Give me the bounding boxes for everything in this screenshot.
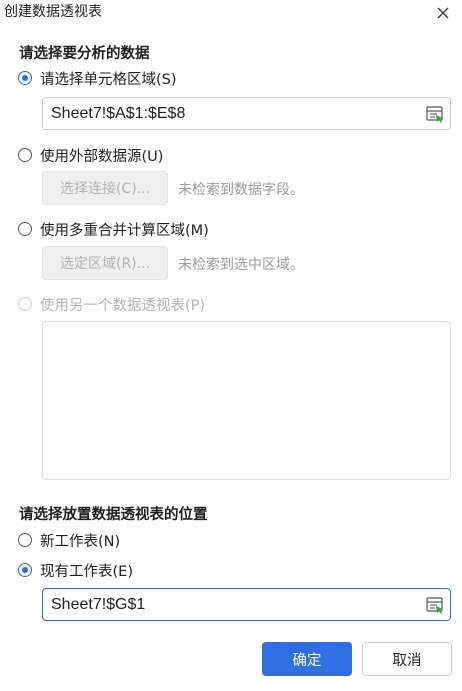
radio-existing-worksheet-label: 现有工作表(E) <box>40 563 133 580</box>
dialog-title: 创建数据透视表 <box>4 4 102 20</box>
radio-external-source-indicator[interactable] <box>18 148 32 162</box>
pivot-table-list <box>42 321 451 480</box>
radio-multiple-consolidation-label: 使用多重合并计算区域(M) <box>40 222 209 239</box>
title-bar: 创建数据透视表 <box>0 0 462 28</box>
location-input[interactable] <box>51 589 414 620</box>
radio-another-pivot-table-indicator <box>18 297 32 311</box>
radio-multiple-consolidation[interactable]: 使用多重合并计算区域(M) <box>18 219 209 239</box>
radio-existing-worksheet-indicator[interactable] <box>18 563 32 577</box>
placement-section-heading: 请选择放置数据透视表的位置 <box>19 507 208 523</box>
radio-external-source-label: 使用外部数据源(U) <box>40 148 164 165</box>
radio-existing-worksheet[interactable]: 现有工作表(E) <box>18 560 133 580</box>
radio-external-source[interactable]: 使用外部数据源(U) <box>18 145 163 165</box>
radio-select-range[interactable]: 请选择单元格区域(S) <box>18 68 177 88</box>
source-section-heading: 请选择要分析的数据 <box>19 46 150 62</box>
radio-new-worksheet-indicator[interactable] <box>18 533 32 547</box>
source-range-field <box>42 97 451 130</box>
multi-consolidation-hint: 未检索到选中区域。 <box>178 257 304 273</box>
close-button[interactable] <box>432 2 454 24</box>
location-field <box>42 588 451 621</box>
choose-connection-button[interactable]: 选择连接(C)... <box>42 171 168 205</box>
radio-another-pivot-table: 使用另一个数据透视表(P) <box>18 294 205 314</box>
radio-select-range-indicator[interactable] <box>18 71 32 85</box>
radio-new-worksheet[interactable]: 新工作表(N) <box>18 530 120 550</box>
radio-multiple-consolidation-indicator[interactable] <box>18 222 32 236</box>
radio-select-range-label: 请选择单元格区域(S) <box>40 71 177 88</box>
source-range-input[interactable] <box>51 98 414 129</box>
range-picker-icon[interactable] <box>425 595 445 615</box>
create-pivot-table-dialog: 创建数据透视表 请选择要分析的数据 请选择单元格区域(S) 使用外部数据源(U)… <box>0 0 462 691</box>
close-icon <box>437 7 449 19</box>
ok-button[interactable]: 确定 <box>262 642 352 676</box>
cancel-button[interactable]: 取消 <box>362 642 452 676</box>
radio-new-worksheet-label: 新工作表(N) <box>40 533 121 550</box>
external-source-hint: 未检索到数据字段。 <box>178 182 304 198</box>
range-picker-icon[interactable] <box>425 104 445 124</box>
radio-another-pivot-table-label: 使用另一个数据透视表(P) <box>40 297 206 314</box>
select-region-button[interactable]: 选定区域(R)... <box>42 246 168 280</box>
